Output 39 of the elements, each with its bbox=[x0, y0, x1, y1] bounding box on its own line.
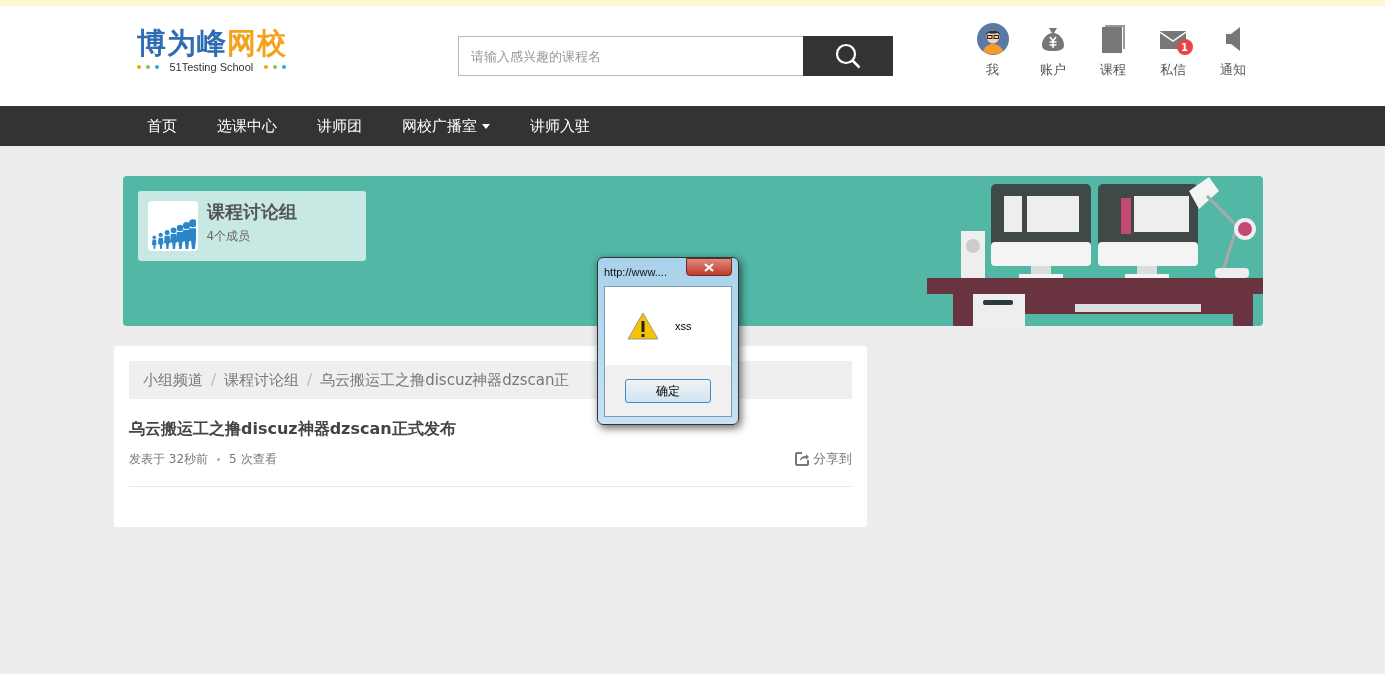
breadcrumb-link[interactable]: 乌云搬运工之撸discuz神器dzscan正 bbox=[320, 370, 570, 390]
ok-button[interactable]: 确定 bbox=[625, 379, 711, 403]
nav-link[interactable]: 首页 bbox=[126, 106, 197, 146]
member-count: 4个成员 bbox=[206, 227, 252, 245]
user-menu-link[interactable]: 账户 bbox=[1039, 61, 1066, 79]
user-menu-link[interactable]: 通知 bbox=[1219, 61, 1246, 79]
breadcrumb-separator: / bbox=[211, 371, 217, 389]
search-icon bbox=[833, 42, 862, 70]
close-icon bbox=[704, 262, 714, 272]
group-name: 课程讨论组 bbox=[206, 199, 297, 224]
share-icon bbox=[795, 452, 809, 466]
nav-link[interactable]: 讲师入驻 bbox=[509, 106, 610, 146]
dialog-message: xss bbox=[675, 320, 692, 332]
logo-title[interactable]: 博为峰网校 bbox=[136, 25, 458, 61]
user-menu-link[interactable]: 课程 bbox=[1099, 61, 1126, 79]
nav-link[interactable]: 选课中心 bbox=[196, 106, 297, 146]
nav-link[interactable]: 网校广播室 bbox=[381, 106, 510, 146]
avatar-icon bbox=[976, 23, 1009, 55]
book-icon bbox=[1100, 25, 1125, 53]
post-title: 乌云搬运工之撸discuz神器dzscan正式发布 bbox=[129, 419, 457, 440]
user-menu-link[interactable]: 我 bbox=[986, 61, 999, 79]
logo-tagline: 51Testing School bbox=[169, 61, 254, 73]
dialog-title: http://www.... bbox=[604, 266, 667, 278]
caret-icon bbox=[481, 123, 490, 129]
speaker-icon bbox=[1225, 27, 1240, 51]
breadcrumb-link[interactable]: 课程讨论组 bbox=[224, 370, 300, 390]
warning-icon bbox=[627, 312, 659, 340]
search-button[interactable] bbox=[802, 36, 893, 76]
search-field[interactable]: 请输入感兴趣的课程名 bbox=[457, 36, 803, 76]
breadcrumb-separator: / bbox=[307, 371, 313, 389]
user-menu-link[interactable]: 私信 bbox=[1159, 61, 1186, 79]
money-bag-icon bbox=[1039, 26, 1066, 52]
view-count: 5 次查看 bbox=[229, 450, 277, 468]
post-time: 发表于 32秒前 bbox=[129, 450, 209, 468]
close-button[interactable] bbox=[686, 258, 732, 276]
nav-link[interactable]: 讲师团 bbox=[296, 106, 382, 146]
share-link[interactable]: 分享到 bbox=[795, 450, 852, 468]
mail-icon bbox=[1159, 29, 1186, 49]
breadcrumb-link[interactable]: 小组频道 bbox=[143, 370, 203, 390]
